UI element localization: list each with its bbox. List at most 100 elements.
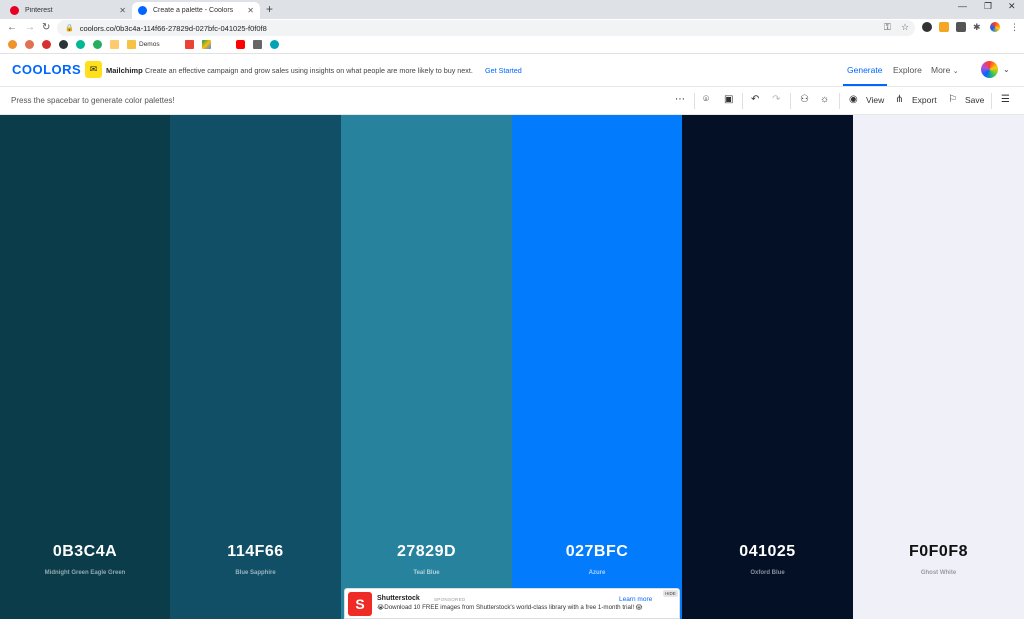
promo-brand: Mailchimp: [106, 66, 143, 75]
nav-more-label: More: [931, 65, 951, 75]
color-swatch[interactable]: 0B3C4A Midnight Green Eagle Green: [0, 115, 170, 619]
ad-brand: Shutterstock: [377, 595, 420, 602]
app-header: COOLORS ✉ Mailchimp Create an effective …: [0, 54, 1024, 87]
redo-icon[interactable]: ↷: [772, 94, 780, 106]
swatch-name[interactable]: Blue Sapphire: [170, 570, 341, 576]
bookmark-icon[interactable]: [59, 40, 68, 49]
shutterstock-logo-icon: S: [348, 592, 372, 616]
user-avatar[interactable]: [981, 61, 998, 78]
restore-icon[interactable]: ❐: [984, 1, 992, 12]
puzzle-extensions-icon[interactable]: ✱: [973, 22, 981, 33]
omnibox[interactable]: 🔒 coolors.co/0b3c4a-114f66-27829d-027bfc…: [57, 20, 915, 36]
sun-icon[interactable]: ☼: [820, 94, 829, 106]
color-swatch[interactable]: 27829D Teal Blue: [341, 115, 512, 619]
export-button[interactable]: Export: [912, 95, 937, 105]
analytics-bookmark-icon[interactable]: [110, 40, 119, 49]
profile-avatar-icon[interactable]: [990, 22, 1000, 32]
nav-more[interactable]: More ⌄: [931, 65, 959, 75]
promo-get-started-link[interactable]: Get Started: [485, 66, 522, 75]
coolors-logo[interactable]: COOLORS: [12, 62, 81, 77]
spacebar-hint: Press the spacebar to generate color pal…: [11, 96, 175, 105]
tab-close-icon[interactable]: ✕: [119, 6, 126, 15]
tab-close-icon[interactable]: ✕: [247, 6, 254, 15]
swatch-hex[interactable]: 041025: [682, 543, 853, 561]
swatch-name[interactable]: Midnight Green Eagle Green: [0, 570, 170, 576]
gmail-icon[interactable]: [185, 40, 194, 49]
mailchimp-icon: ✉: [85, 61, 102, 78]
minimize-icon[interactable]: —: [958, 1, 967, 11]
url-text: coolors.co/0b3c4a-114f66-27829d-027bfc-0…: [79, 23, 267, 33]
toolbar-divider: [839, 93, 840, 109]
bookmark-icon[interactable]: [25, 40, 34, 49]
sponsored-ad[interactable]: S Shutterstock SPONSORED 😭Download 10 FR…: [344, 588, 680, 619]
view-button[interactable]: View: [866, 95, 884, 105]
swatch-hex[interactable]: 0B3C4A: [0, 543, 170, 561]
nav-explore[interactable]: Explore: [893, 65, 922, 75]
camera-icon[interactable]: ⌾: [703, 94, 709, 106]
nav-generate[interactable]: Generate: [847, 65, 882, 75]
code-icon[interactable]: [253, 40, 262, 49]
glasses-icon[interactable]: ⚇: [800, 94, 809, 106]
swatch-hex[interactable]: F0F0F8: [853, 543, 1024, 561]
save-button[interactable]: Save: [965, 95, 984, 105]
ad-learn-more-link[interactable]: Learn more: [619, 596, 652, 603]
extension-icon[interactable]: [939, 22, 949, 32]
color-swatch[interactable]: 041025 Oxford Blue: [682, 115, 853, 619]
reload-icon[interactable]: ↻: [42, 21, 50, 35]
ad-text: 😭Download 10 FREE images from Shuttersto…: [377, 604, 643, 611]
generator-toolbar: Press the spacebar to generate color pal…: [0, 87, 1024, 115]
toolbar-divider: [991, 93, 992, 109]
toolbar-divider: [742, 93, 743, 109]
color-palette: 0B3C4A Midnight Green Eagle Green 114F66…: [0, 115, 1024, 619]
undo-icon[interactable]: ↶: [751, 94, 759, 106]
share-icon[interactable]: ⋔: [895, 94, 903, 106]
tab-title: Create a palette - Coolors: [153, 7, 234, 14]
forward-icon[interactable]: →: [25, 21, 35, 35]
ad-sponsored-label: SPONSORED: [434, 597, 466, 602]
back-icon[interactable]: ←: [7, 21, 17, 35]
tab-coolors[interactable]: Create a palette - Coolors ✕: [132, 2, 260, 19]
swatch-hex[interactable]: 114F66: [170, 543, 341, 561]
color-swatch[interactable]: 027BFC Azure: [512, 115, 682, 619]
bookmark-icon[interactable]: [93, 40, 102, 49]
tab-pinterest[interactable]: Pinterest ✕: [4, 2, 132, 19]
color-swatch[interactable]: F0F0F8 Ghost White: [853, 115, 1024, 619]
swatch-name[interactable]: Oxford Blue: [682, 570, 853, 576]
extension-icon[interactable]: [922, 22, 932, 32]
swatch-name[interactable]: Azure: [512, 570, 682, 576]
browser-tab-strip: Pinterest ✕ Create a palette - Coolors ✕…: [0, 0, 1024, 19]
panel-layout-icon[interactable]: ▣: [724, 94, 733, 106]
coolors-favicon-icon: [138, 6, 147, 15]
bookmarks-bar: Demos: [0, 37, 1024, 54]
folder-icon[interactable]: [127, 40, 136, 49]
eye-icon[interactable]: ◉: [849, 94, 858, 106]
tab-title: Pinterest: [25, 7, 53, 14]
color-swatch[interactable]: 114F66 Blue Sapphire: [170, 115, 341, 619]
window-close-icon[interactable]: ✕: [1008, 1, 1016, 12]
hamburger-menu-icon[interactable]: ☰: [1001, 94, 1010, 106]
new-tab-button[interactable]: +: [266, 2, 273, 17]
qr-extension-icon[interactable]: [956, 22, 966, 32]
key-icon[interactable]: ⚿: [884, 22, 891, 33]
toolbar-divider: [694, 93, 695, 109]
browser-menu-icon[interactable]: ⋮: [1010, 22, 1019, 33]
pinterest-favicon-icon: [10, 6, 19, 15]
bookmark-demos[interactable]: Demos: [139, 41, 160, 48]
youtube-icon[interactable]: [236, 40, 245, 49]
bookmark-star-icon[interactable]: ☆: [901, 22, 909, 33]
google-drive-icon[interactable]: [202, 40, 211, 49]
bookmark-icon[interactable]: [8, 40, 17, 49]
bookmark-icon[interactable]: [76, 40, 85, 49]
swatch-hex[interactable]: 27829D: [341, 543, 512, 561]
bookmark-icon[interactable]: [42, 40, 51, 49]
bookmark-icon[interactable]: ⚐: [948, 94, 957, 106]
swatch-name[interactable]: Ghost White: [853, 570, 1024, 576]
address-bar-row: ← → ↻ 🔒 coolors.co/0b3c4a-114f66-27829d-…: [0, 19, 1024, 37]
chevron-down-icon[interactable]: ⌄: [1003, 65, 1010, 74]
bookmark-icon[interactable]: [270, 40, 279, 49]
swatch-hex[interactable]: 027BFC: [512, 543, 682, 561]
ad-hide-button[interactable]: HIDE: [663, 590, 678, 597]
more-options-icon[interactable]: ⋯: [675, 94, 685, 106]
nav-active-underline: [843, 84, 887, 86]
swatch-name[interactable]: Teal Blue: [341, 570, 512, 576]
